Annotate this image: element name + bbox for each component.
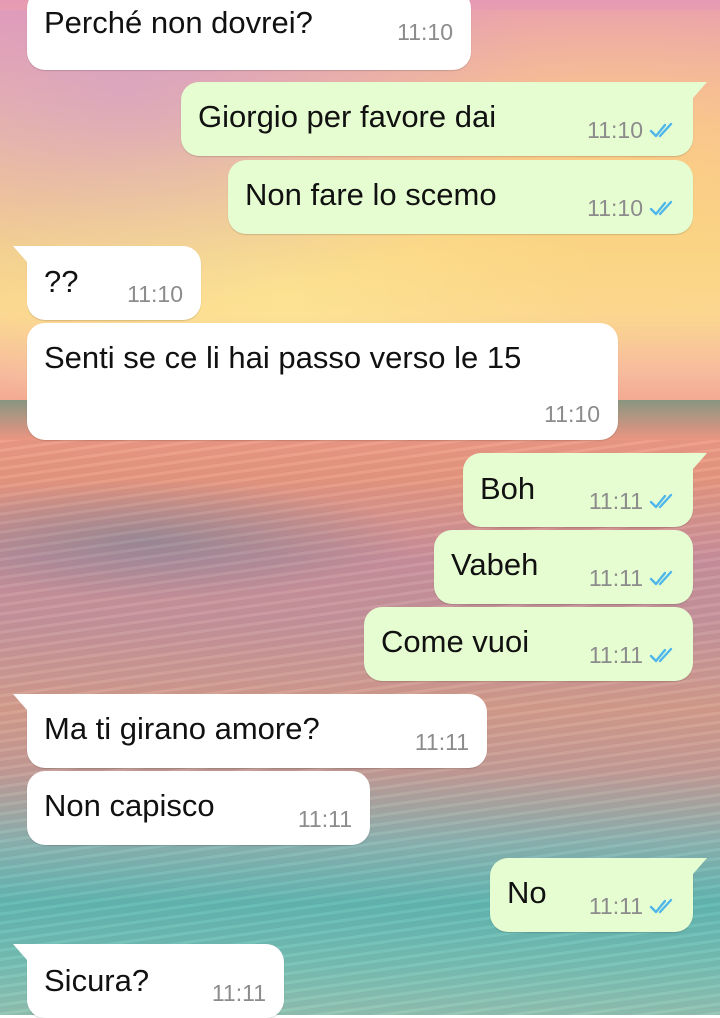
message-text: Come vuoi	[381, 624, 530, 659]
message-time: 11:11	[588, 642, 643, 668]
message-bubble-incoming[interactable]: Sicura? 11:11	[13, 944, 284, 1018]
message-time: 11:11	[588, 565, 643, 591]
message-meta: 11:11	[589, 564, 679, 592]
bubble-tail	[13, 694, 27, 710]
message-meta: 11:10	[587, 194, 679, 222]
bubble-tail	[693, 82, 707, 98]
message-meta: 11:10	[544, 400, 600, 428]
double-check-icon	[649, 898, 673, 914]
message-bubble-incoming[interactable]: Non capisco 11:11	[27, 771, 370, 845]
bubble-tail	[13, 944, 27, 960]
message-meta: 11:11	[298, 805, 352, 833]
double-check-icon	[649, 122, 673, 138]
bubble-tail	[693, 453, 707, 469]
message-bubble-outgoing[interactable]: Giorgio per favore dai 11:10	[181, 82, 707, 156]
message-bubble-outgoing[interactable]: Vabeh 11:11	[434, 530, 693, 604]
message-meta: 11:10	[127, 280, 183, 308]
message-text: No	[507, 875, 547, 910]
message-text: Sicura?	[44, 963, 150, 998]
message-meta: 11:11	[589, 487, 679, 515]
message-text: Vabeh	[451, 547, 539, 582]
message-bubble-incoming[interactable]: Ma ti girano amore? 11:11	[13, 694, 487, 768]
double-check-icon	[649, 570, 673, 586]
double-check-icon	[649, 493, 673, 509]
message-time: 11:11	[211, 980, 266, 1006]
message-meta: 11:11	[415, 728, 469, 756]
message-time: 11:11	[297, 806, 352, 832]
message-time: 11:10	[397, 19, 453, 45]
message-bubble-incoming[interactable]: Perché non dovrei? 11:10	[27, 0, 471, 70]
double-check-icon	[649, 200, 673, 216]
message-time: 11:10	[587, 195, 643, 221]
message-text: Non capisco	[44, 788, 215, 823]
message-time: 11:10	[127, 281, 183, 307]
message-text: ??	[44, 264, 79, 299]
message-meta: 11:11	[212, 979, 266, 1007]
bubble-tail	[13, 246, 27, 262]
message-text: Perché non dovrei?	[44, 5, 313, 40]
message-list[interactable]: Perché non dovrei? 11:10 Giorgio per fav…	[0, 0, 720, 1018]
message-meta: 11:11	[589, 641, 679, 669]
bubble-tail	[693, 858, 707, 874]
message-bubble-outgoing[interactable]: Boh 11:11	[463, 453, 707, 527]
message-bubble-incoming[interactable]: ?? 11:10	[13, 246, 201, 320]
message-meta: 11:10	[397, 18, 453, 46]
double-check-icon	[649, 647, 673, 663]
message-meta: 11:11	[589, 892, 679, 920]
message-text: Giorgio per favore dai	[198, 99, 497, 134]
message-time: 11:10	[587, 117, 643, 143]
message-bubble-incoming[interactable]: Senti se ce li hai passo verso le 15 11:…	[27, 323, 618, 440]
message-time: 11:11	[414, 729, 469, 755]
message-text: Senti se ce li hai passo verso le 15	[44, 340, 522, 375]
message-time: 11:11	[588, 488, 643, 514]
message-text: Non fare lo scemo	[245, 177, 497, 212]
message-bubble-outgoing[interactable]: No 11:11	[490, 858, 707, 932]
message-bubble-outgoing[interactable]: Come vuoi 11:11	[364, 607, 693, 681]
message-meta: 11:10	[587, 116, 679, 144]
message-time: 11:11	[588, 893, 643, 919]
message-text: Ma ti girano amore?	[44, 711, 320, 746]
message-bubble-outgoing[interactable]: Non fare lo scemo 11:10	[228, 160, 693, 234]
message-time: 11:10	[544, 401, 600, 427]
message-text: Boh	[480, 471, 536, 506]
